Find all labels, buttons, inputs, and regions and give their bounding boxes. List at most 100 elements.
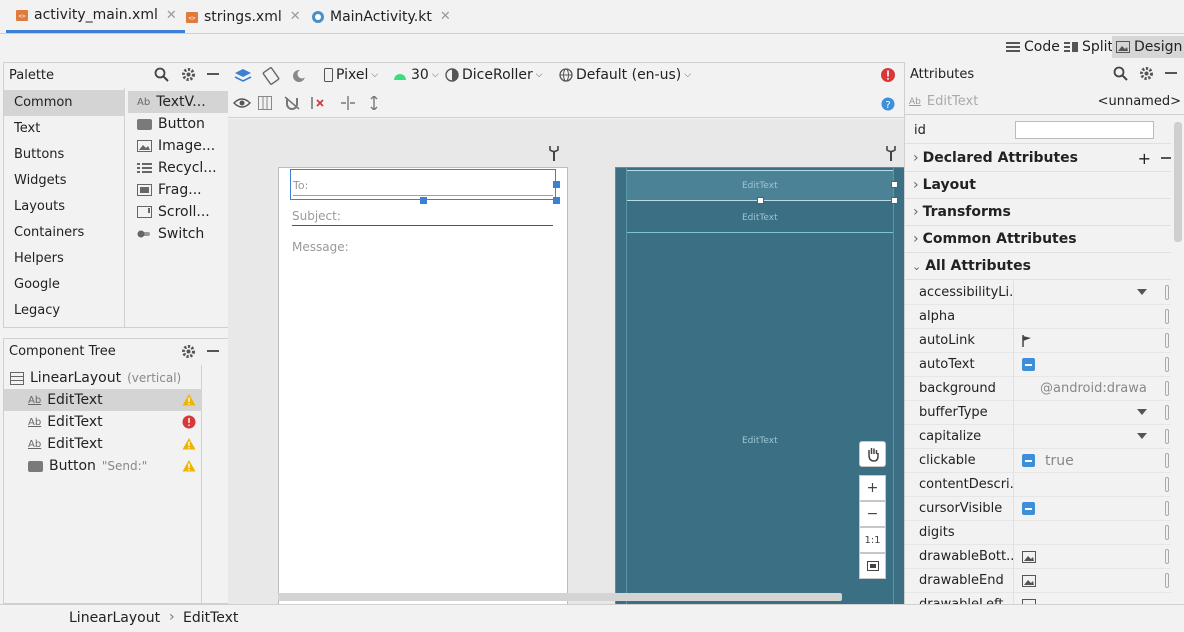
- gear-icon[interactable]: [181, 344, 196, 359]
- tree-node-edittext[interactable]: Ab EditText: [4, 433, 202, 455]
- tab-activity-main[interactable]: <> activity_main.xml ✕: [6, 0, 185, 33]
- resource-picker-icon[interactable]: [1165, 356, 1169, 372]
- category-buttons[interactable]: Buttons: [4, 142, 125, 168]
- attr-row[interactable]: autoLink: [905, 328, 1171, 353]
- zoom-actual-button[interactable]: 1:1: [859, 527, 886, 553]
- category-widgets[interactable]: Widgets: [4, 168, 125, 194]
- attr-row[interactable]: digits: [905, 520, 1171, 545]
- palette-item-button[interactable]: Button: [137, 113, 205, 135]
- palette-item-scrollview[interactable]: Scroll...: [137, 201, 210, 223]
- attr-row[interactable]: drawableEnd: [905, 568, 1171, 593]
- warning-icon[interactable]: [182, 459, 196, 472]
- dropdown-arrow-icon[interactable]: [1137, 288, 1147, 295]
- error-icon[interactable]: [880, 67, 896, 83]
- tristate-checkbox[interactable]: [1022, 358, 1035, 371]
- id-input[interactable]: [1015, 121, 1154, 139]
- image-icon[interactable]: [1022, 574, 1036, 587]
- resize-handle[interactable]: [891, 181, 898, 188]
- resource-picker-icon[interactable]: [1165, 548, 1169, 564]
- eye-icon[interactable]: [233, 97, 251, 109]
- tree-node-edittext[interactable]: Ab EditText: [4, 411, 202, 433]
- attr-value[interactable]: true: [1013, 448, 1171, 473]
- palette-item-fragment[interactable]: Frag...: [137, 179, 202, 201]
- zoom-out-button[interactable]: −: [859, 501, 886, 527]
- resource-picker-icon[interactable]: [1165, 572, 1169, 588]
- tab-main-activity[interactable]: MainActivity.kt ✕: [302, 0, 459, 33]
- resize-handle[interactable]: [757, 197, 764, 204]
- pack-horizontal-icon[interactable]: [340, 96, 356, 110]
- attr-value[interactable]: [1013, 400, 1171, 425]
- dropdown-arrow-icon[interactable]: [1137, 432, 1147, 439]
- clear-constraints-icon[interactable]: [310, 96, 326, 110]
- attr-row[interactable]: background @android:drawa: [905, 376, 1171, 401]
- night-mode-icon[interactable]: [291, 68, 309, 84]
- attr-value[interactable]: [1013, 544, 1171, 569]
- resource-picker-icon[interactable]: [1165, 476, 1169, 492]
- attr-value[interactable]: [1013, 328, 1171, 353]
- attr-row[interactable]: drawableLeft: [905, 592, 1171, 604]
- minimize-icon[interactable]: [1165, 72, 1177, 74]
- attr-value[interactable]: [1013, 472, 1171, 497]
- resource-picker-icon[interactable]: [1165, 452, 1169, 468]
- section-all-attributes[interactable]: ⌄ All Attributes: [905, 253, 1171, 280]
- api-selector[interactable]: 30 ⌵: [392, 67, 439, 83]
- pack-vertical-icon[interactable]: [367, 96, 381, 110]
- category-text[interactable]: Text: [4, 116, 125, 142]
- palette-item-switch[interactable]: Switch: [137, 223, 204, 245]
- attr-row[interactable]: cursorVisible: [905, 496, 1171, 521]
- minimize-icon[interactable]: [207, 73, 219, 75]
- gear-icon[interactable]: [181, 67, 196, 82]
- resource-picker-icon[interactable]: [1165, 332, 1169, 348]
- category-helpers[interactable]: Helpers: [4, 246, 125, 272]
- section-transforms[interactable]: › Transforms: [905, 199, 1171, 226]
- pan-button[interactable]: [859, 441, 886, 467]
- section-common-attributes[interactable]: › Common Attributes: [905, 226, 1171, 253]
- layout-bounds-icon[interactable]: [258, 96, 272, 110]
- flag-icon[interactable]: [1022, 334, 1032, 347]
- resource-picker-icon[interactable]: [1165, 500, 1169, 516]
- section-layout[interactable]: › Layout: [905, 172, 1171, 199]
- attr-value[interactable]: [1013, 568, 1171, 593]
- attr-row[interactable]: bufferType: [905, 400, 1171, 425]
- breadcrumb-item[interactable]: LinearLayout: [69, 610, 160, 626]
- warning-icon[interactable]: [182, 393, 196, 406]
- palette-item-textview[interactable]: Ab TextV...: [128, 91, 229, 113]
- locale-selector[interactable]: Default (en-us) ⌵: [559, 67, 691, 83]
- tab-strings[interactable]: <> strings.xml ✕: [176, 0, 309, 33]
- tristate-checkbox[interactable]: [1022, 454, 1035, 467]
- attr-row[interactable]: drawableBott...: [905, 544, 1171, 569]
- error-icon[interactable]: [182, 415, 196, 429]
- resource-picker-icon[interactable]: [1165, 524, 1169, 540]
- attr-value[interactable]: [1013, 592, 1171, 604]
- image-icon[interactable]: [1022, 550, 1036, 563]
- plus-icon[interactable]: +: [1138, 149, 1151, 168]
- wrench-icon[interactable]: [885, 145, 897, 161]
- tree-node-button[interactable]: Button "Send:": [4, 455, 202, 477]
- minus-icon[interactable]: [1161, 157, 1171, 159]
- selected-edittext-to[interactable]: To:: [290, 169, 556, 200]
- layers-icon[interactable]: [233, 67, 253, 85]
- attr-row[interactable]: autoText: [905, 352, 1171, 377]
- search-icon[interactable]: [1113, 66, 1128, 81]
- attr-value[interactable]: [1013, 304, 1171, 329]
- attr-row[interactable]: capitalize: [905, 424, 1171, 449]
- resource-picker-icon[interactable]: [1165, 404, 1169, 420]
- resize-handle[interactable]: [553, 197, 560, 204]
- attr-row[interactable]: contentDescri...: [905, 472, 1171, 497]
- resize-handle[interactable]: [891, 197, 898, 204]
- zoom-fit-button[interactable]: [859, 553, 886, 579]
- zoom-in-button[interactable]: +: [859, 475, 886, 501]
- resize-handle[interactable]: [553, 181, 560, 188]
- category-legacy[interactable]: Legacy: [4, 298, 125, 324]
- resource-picker-icon[interactable]: [1165, 428, 1169, 444]
- close-icon[interactable]: ✕: [440, 9, 451, 24]
- magnet-off-icon[interactable]: [284, 96, 300, 110]
- horizontal-scrollbar[interactable]: [278, 593, 842, 601]
- tristate-checkbox[interactable]: [1022, 502, 1035, 515]
- resource-picker-icon[interactable]: [1165, 308, 1169, 324]
- help-icon[interactable]: ?: [881, 97, 895, 111]
- resize-handle[interactable]: [420, 197, 427, 204]
- attr-value[interactable]: [1013, 496, 1171, 521]
- category-google[interactable]: Google: [4, 272, 125, 298]
- design-view-button[interactable]: Design: [1112, 36, 1184, 58]
